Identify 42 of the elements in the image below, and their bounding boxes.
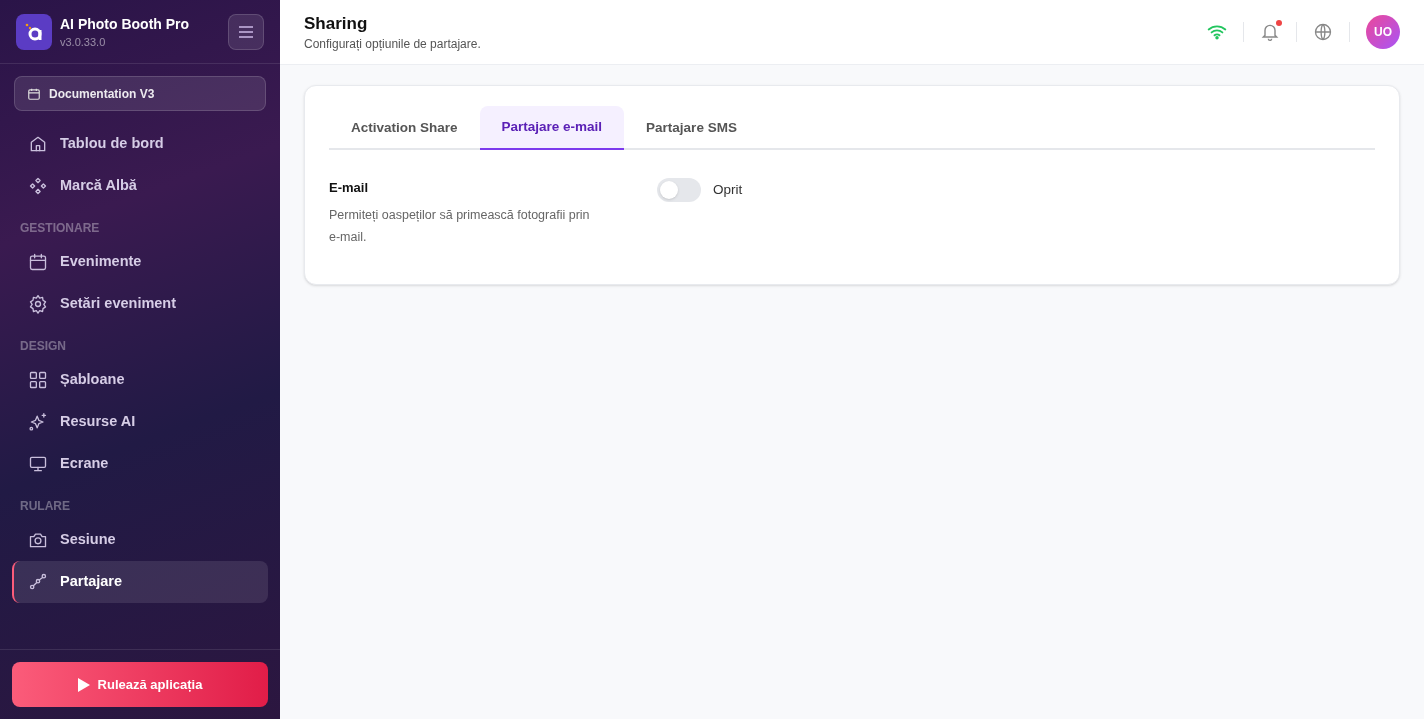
tab[interactable]: Partajare e-mail xyxy=(479,106,625,150)
sidebar-item[interactable]: Setări eveniment xyxy=(12,283,268,325)
sparkle-icon xyxy=(28,412,48,432)
share-icon xyxy=(28,572,48,592)
app-version: v3.0.33.0 xyxy=(60,34,107,50)
sidebar-item[interactable]: Marcă Albă xyxy=(12,165,268,207)
globe-icon[interactable] xyxy=(1313,22,1333,42)
sidebar-item[interactable]: Partajare xyxy=(12,561,268,603)
tab[interactable]: Partajare SMS xyxy=(624,106,759,150)
run-app-button[interactable]: Rulează aplicația xyxy=(12,662,268,707)
calendar-icon xyxy=(27,86,41,101)
play-icon xyxy=(77,677,90,692)
wifi-icon[interactable] xyxy=(1207,24,1227,40)
toggle-state-label: Oprit xyxy=(713,180,743,199)
setting-title: E-mail xyxy=(329,179,369,197)
settings-icon xyxy=(28,294,48,314)
tab[interactable]: Activation Share xyxy=(329,106,480,150)
page-title: Sharing xyxy=(304,13,369,35)
monitor-icon xyxy=(28,454,48,474)
menu-button[interactable] xyxy=(228,13,264,50)
notification-bell-icon[interactable] xyxy=(1260,22,1280,42)
toggle-switch[interactable] xyxy=(657,178,701,202)
app-logo-icon xyxy=(16,13,52,50)
home-icon xyxy=(28,134,48,154)
page-subtitle: Configurați opțiunile de partajare. xyxy=(304,36,482,52)
sidebar-item[interactable]: Sesiune xyxy=(12,519,268,561)
section-heading: GESTIONARE xyxy=(19,220,101,237)
event-selector[interactable]: Documentation V3 xyxy=(14,76,266,111)
sidebar-item[interactable]: Evenimente xyxy=(12,241,268,283)
section-heading: DESIGN xyxy=(19,338,67,355)
section-heading: RULARE xyxy=(19,498,71,515)
grid-icon xyxy=(28,370,48,390)
user-avatar[interactable]: UO xyxy=(1366,15,1400,49)
sidebar-item[interactable]: Resurse AI xyxy=(12,401,268,443)
diamonds-icon xyxy=(28,176,48,196)
calendar-icon xyxy=(28,252,48,272)
app-name: AI Photo Booth Pro xyxy=(60,14,191,34)
menu-icon xyxy=(238,24,254,39)
setting-description: Permiteți oaspeților să primească fotografii prin e-mail. xyxy=(329,206,591,246)
sidebar-item[interactable]: Ecrane xyxy=(12,443,268,485)
sidebar-item[interactable]: Șabloane xyxy=(12,359,268,401)
sidebar-item[interactable]: Tablou de bord xyxy=(12,123,268,165)
